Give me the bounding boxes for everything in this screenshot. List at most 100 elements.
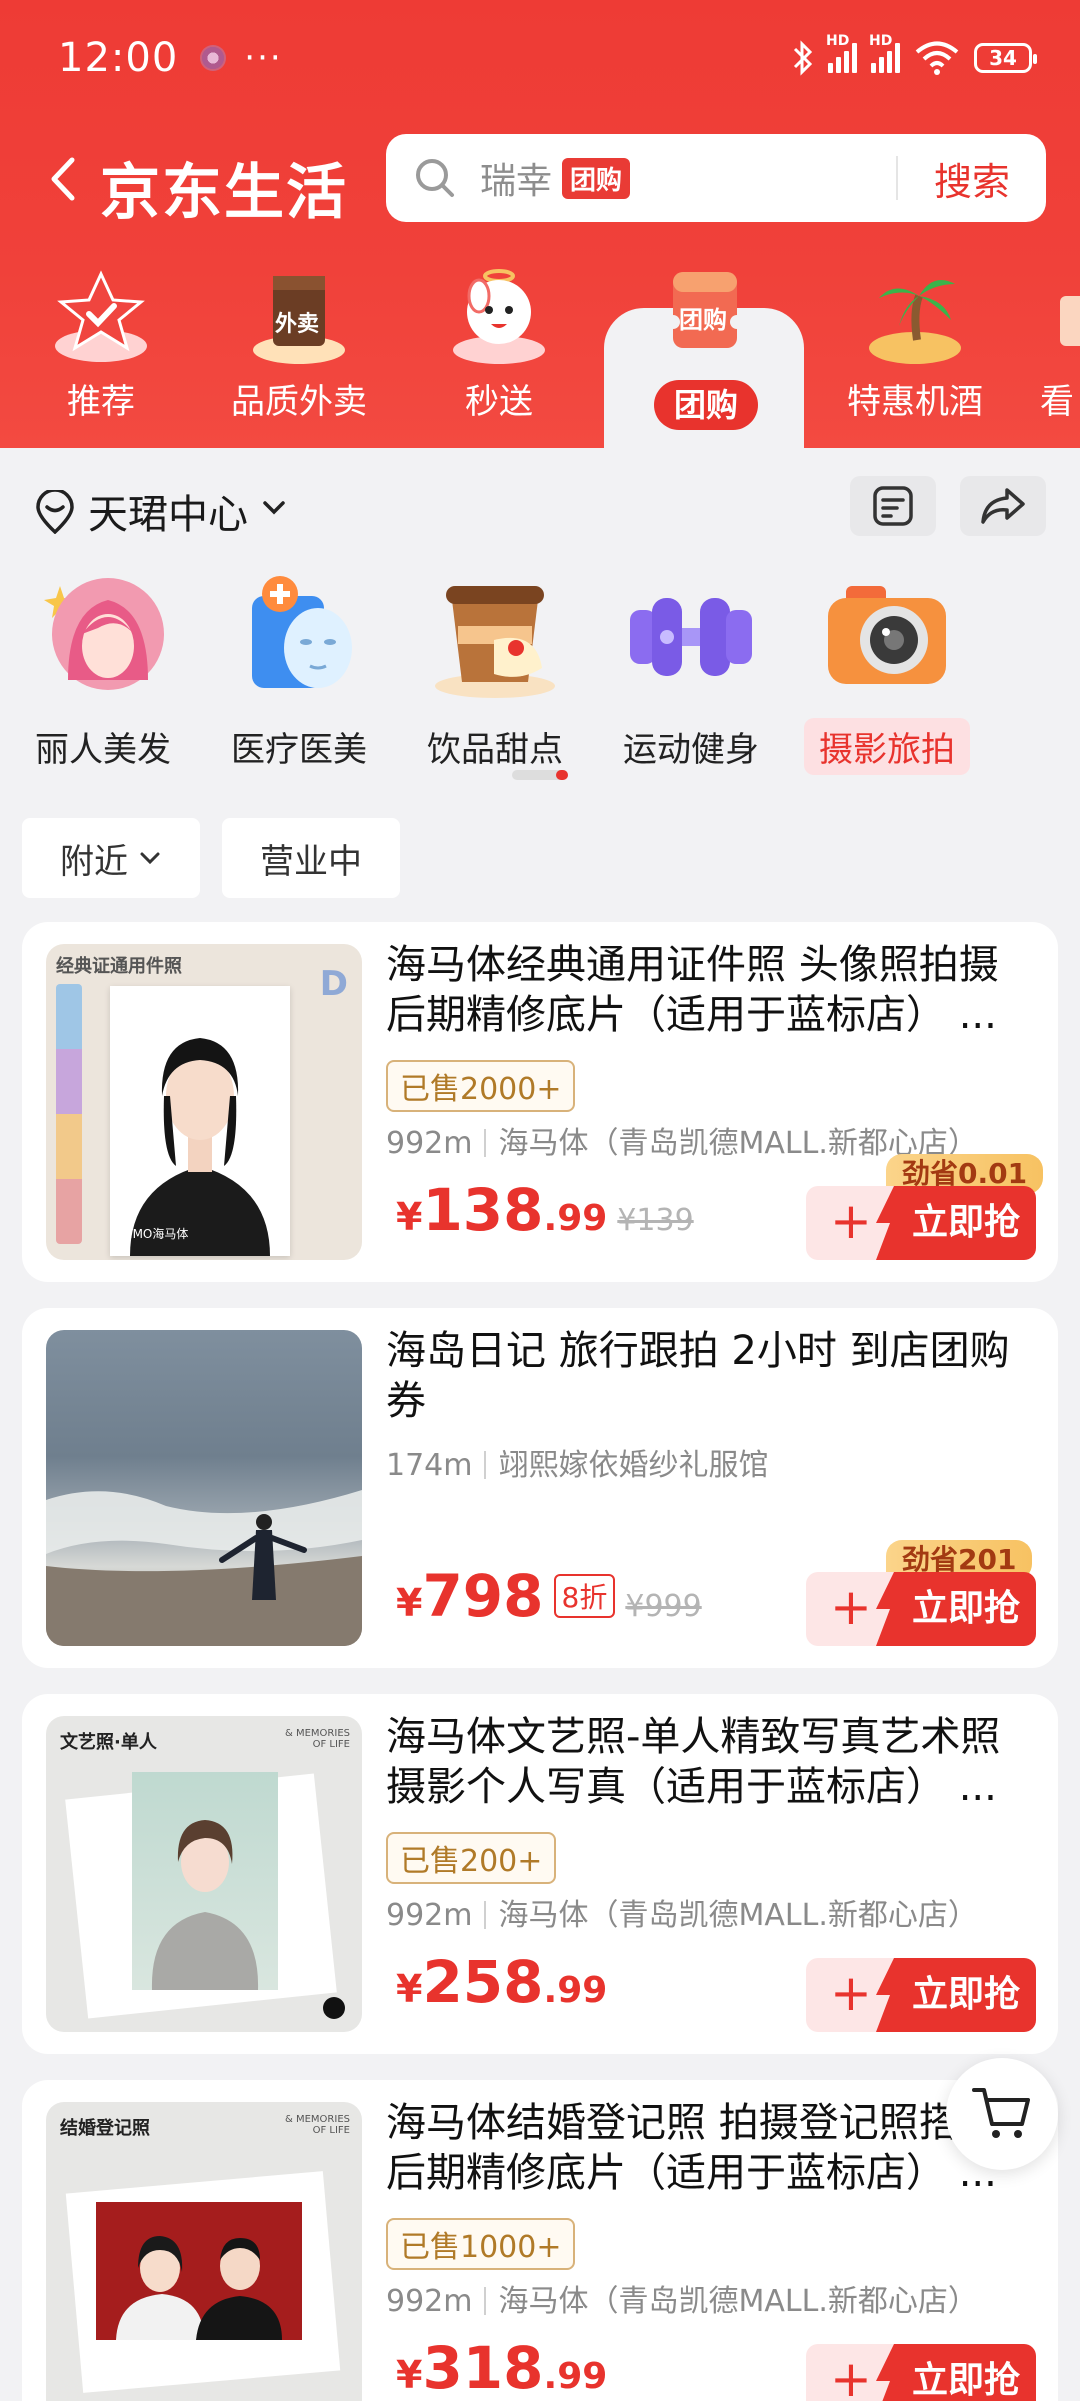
- tab-partial[interactable]: 看: [1040, 266, 1080, 423]
- price-integer: 138: [422, 1176, 544, 1244]
- tab-group-buy[interactable]: 团购: [620, 266, 790, 366]
- location-name[interactable]: 天珺中心: [88, 482, 248, 540]
- product-title: 海马体文艺照-单人精致写真艺术照摄影个人写真（适用于蓝标店） ...: [386, 1714, 1001, 1810]
- category-photography[interactable]: 摄影旅拍: [792, 570, 982, 775]
- filter-open-label: 营业中: [260, 841, 362, 882]
- coupon-icon: 团购: [655, 266, 755, 366]
- price: ¥258.99: [396, 1948, 607, 2016]
- sold-badge: 已售1000+: [386, 2218, 576, 2270]
- sold-badge: 已售2000+: [386, 1060, 576, 1112]
- portrait-photo: [132, 1772, 278, 1990]
- active-tab-label[interactable]: 团购: [654, 380, 758, 430]
- product-meta: 992m 海马体（青岛凯德MALL.新都心店）: [386, 2276, 978, 2320]
- share-button[interactable]: [960, 476, 1046, 536]
- drink-dessert-icon: [430, 570, 560, 700]
- order-list-button[interactable]: [850, 476, 936, 536]
- product-image[interactable]: 结婚登记照 & MEMORIES OF LIFE: [46, 2102, 362, 2401]
- category-beauty-hair[interactable]: 丽人美发: [8, 570, 198, 771]
- battery-level: 34: [989, 46, 1017, 70]
- takeout-bag-icon: 外卖: [249, 266, 349, 366]
- photo-tabs-graphic: [56, 984, 82, 1244]
- currency: ¥: [396, 1967, 423, 2011]
- buy-button-group: + 立即抢: [806, 1186, 1036, 1260]
- beach-photo: [46, 1490, 362, 1646]
- order-list-icon: [873, 486, 913, 526]
- product-card[interactable]: 结婚登记照 & MEMORIES OF LIFE 海马体结婚登记照 拍摄登记照搭…: [22, 2080, 1058, 2401]
- currency: ¥: [396, 1581, 423, 1625]
- thumb-caption: 文艺照·单人: [60, 1732, 157, 1753]
- wifi-icon: [915, 41, 959, 75]
- tab-instant-delivery[interactable]: 秒送: [414, 266, 584, 423]
- battery-icon: 34: [974, 43, 1037, 73]
- dumbbell-icon: [626, 570, 756, 700]
- meta-separator: [484, 2287, 487, 2315]
- price-integer: 798: [422, 1562, 544, 1630]
- product-card[interactable]: 海岛日记 旅行跟拍 2小时 到店团购券 174m 翊熙嫁依婚纱礼服馆 ¥798 8折…: [22, 1308, 1058, 1668]
- grab-now-button[interactable]: 立即抢: [876, 2344, 1036, 2401]
- camera-icon: [822, 570, 952, 700]
- floating-cart-button[interactable]: [946, 2058, 1058, 2170]
- tab-takeout[interactable]: 外卖 品质外卖: [214, 266, 384, 423]
- bluetooth-icon: [793, 40, 813, 76]
- product-image[interactable]: 经典证通用件照 HIMO海马体 D: [46, 944, 362, 1260]
- thumb-caption: 经典证通用件照: [56, 956, 182, 977]
- joy-mascot-icon: [449, 266, 549, 366]
- tab-label: 秒送: [465, 382, 533, 422]
- chevron-down-icon: [140, 852, 160, 865]
- more-notifications-icon: ···: [244, 38, 283, 78]
- tab-recommend[interactable]: 推荐: [16, 266, 186, 423]
- product-meta: 174m 翊熙嫁依婚纱礼服馆: [386, 1440, 768, 1484]
- product-title: 海马体结婚登记照 拍摄登记照搭配后期精修底片（适用于蓝标店） ...: [386, 2100, 999, 2196]
- grab-now-button[interactable]: 立即抢: [876, 1186, 1036, 1260]
- price-integer: 318: [422, 2334, 544, 2401]
- category-label: 饮品甜点: [427, 730, 563, 770]
- meta-separator: [484, 1451, 487, 1479]
- price-decimal: .99: [543, 1970, 608, 2011]
- category-fitness[interactable]: 运动健身: [596, 570, 786, 771]
- page-title: 京东生活: [100, 158, 348, 228]
- product-image[interactable]: 文艺照·单人 & MEMORIES OF LIFE: [46, 1716, 362, 2032]
- thumb-tagline: & MEMORIES OF LIFE: [285, 1728, 350, 1750]
- product-card[interactable]: 文艺照·单人 & MEMORIES OF LIFE 海马体文艺照-单人精致写真艺…: [22, 1694, 1058, 2054]
- product-meta: 992m 海马体（青岛凯德MALL.新都心店）: [386, 1890, 978, 1934]
- original-price: ¥139: [617, 1203, 694, 1238]
- product-title: 海马体经典通用证件照 头像照拍摄后期精修底片（适用于蓝标店） ...: [386, 942, 999, 1038]
- top-bar: 京东生活 瑞幸 团购 搜索: [0, 134, 1080, 228]
- location-pin-icon: [36, 490, 74, 534]
- shopping-cart-icon: [972, 2088, 1030, 2138]
- product-image[interactable]: [46, 1330, 362, 1646]
- category-medical-beauty[interactable]: 医疗医美: [204, 570, 394, 771]
- share-icon: [981, 488, 1025, 524]
- buy-button-group: + 立即抢: [806, 2344, 1036, 2401]
- category-drink-dessert[interactable]: 饮品甜点: [400, 570, 590, 771]
- grab-now-button[interactable]: 立即抢: [876, 1572, 1036, 1646]
- category-scroll-indicator: [512, 770, 568, 780]
- shop-name: 翊熙嫁依婚纱礼服馆: [498, 1448, 769, 1483]
- tab-label: 品质外卖: [231, 382, 367, 422]
- search-bar[interactable]: 瑞幸 团购 搜索: [386, 134, 1046, 222]
- currency: ¥: [396, 1195, 423, 1239]
- filter-open-now[interactable]: 营业中: [222, 818, 400, 898]
- product-card[interactable]: 经典证通用件照 HIMO海马体 D 海马体经典通用证件照 头像照拍摄后期精修底片…: [22, 922, 1058, 1282]
- search-button[interactable]: 搜索: [898, 151, 1046, 206]
- portrait-photo: [130, 1038, 270, 1256]
- back-arrow-icon[interactable]: [44, 154, 84, 204]
- subcategory-row: 丽人美发 医疗医美 饮品甜点 运动健身 摄影旅拍: [0, 570, 1080, 775]
- info-badge-icon: [323, 1997, 345, 2019]
- location-row: 天珺中心: [0, 476, 1080, 546]
- product-meta: 992m 海马体（青岛凯德MALL.新都心店）: [386, 1118, 978, 1162]
- buy-button-group: + 立即抢: [806, 1958, 1036, 2032]
- takeout-icon-text: 外卖: [275, 312, 320, 337]
- grab-now-button[interactable]: 立即抢: [876, 1958, 1036, 2032]
- star-check-icon: [51, 266, 151, 366]
- category-label: 丽人美发: [35, 730, 171, 770]
- category-tabs: 推荐 外卖 品质外卖 秒送 团购 特惠机酒 看: [0, 266, 1080, 448]
- coupon-icon-text: 团购: [679, 306, 727, 334]
- price-decimal: .99: [543, 1198, 608, 1239]
- filter-nearby[interactable]: 附近: [22, 818, 200, 898]
- chevron-down-icon[interactable]: [260, 494, 288, 522]
- distance: 992m: [386, 1126, 473, 1161]
- original-price: ¥999: [625, 1589, 702, 1624]
- price: ¥798 8折 ¥999: [396, 1562, 702, 1630]
- tab-hotel-flight[interactable]: 特惠机酒: [830, 266, 1000, 423]
